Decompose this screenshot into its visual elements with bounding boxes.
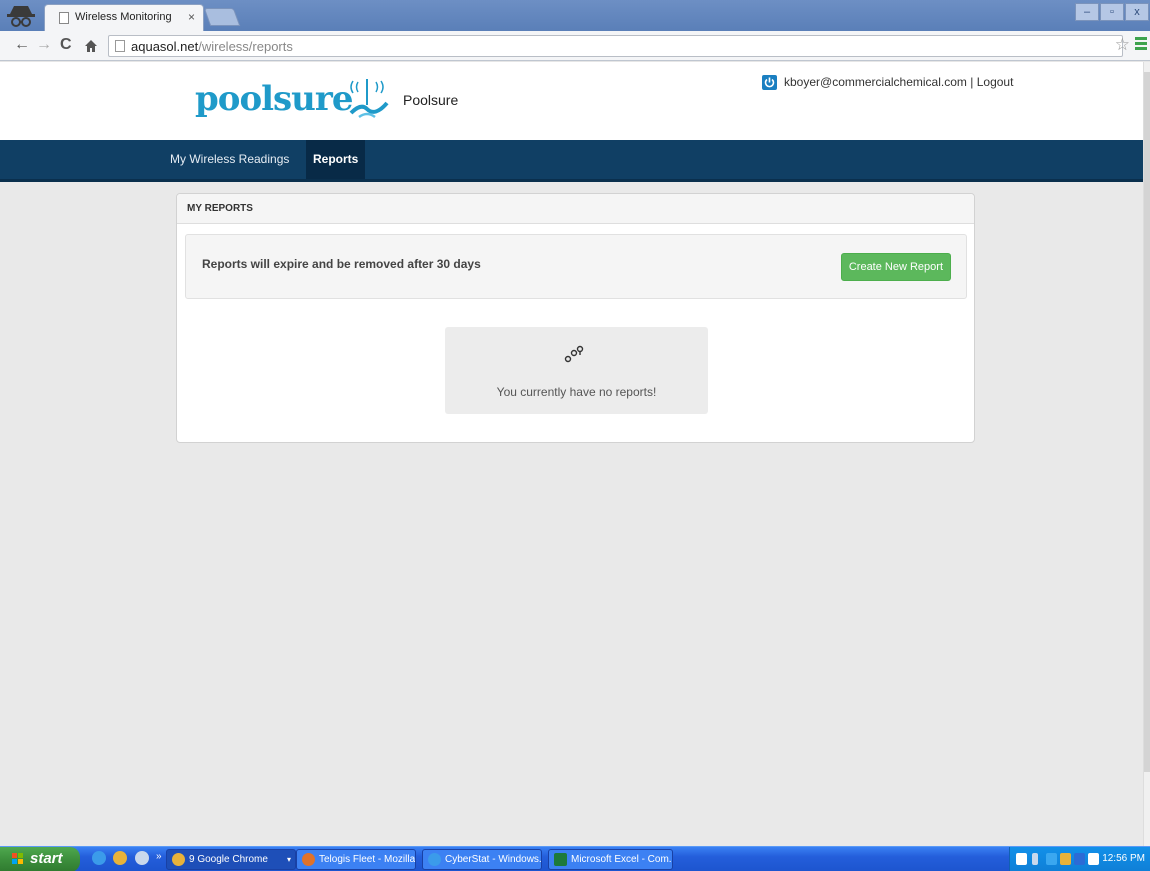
chrome-menu-icon[interactable] xyxy=(1135,37,1147,51)
brand-name: Poolsure xyxy=(403,92,459,108)
browser-toolbar: ← → C aquasol.net/wireless/reports ☆ xyxy=(0,31,1150,61)
desktop-icon[interactable] xyxy=(134,851,149,865)
quick-launch: » xyxy=(92,851,162,869)
minimize-button[interactable]: – xyxy=(1075,3,1099,21)
empty-state-message: You currently have no reports! xyxy=(496,385,657,399)
new-tab-button[interactable] xyxy=(203,8,241,26)
restore-button[interactable]: ▫ xyxy=(1100,3,1124,21)
url-text: aquasol.net/wireless/reports xyxy=(131,39,293,54)
task-cyberstat[interactable]: CyberStat - Windows... xyxy=(422,849,542,870)
quicklaunch-more-icon[interactable]: » xyxy=(156,851,162,862)
bookmark-star-icon[interactable]: ☆ xyxy=(1115,35,1130,55)
home-icon[interactable] xyxy=(84,39,98,53)
chrome-icon[interactable] xyxy=(113,851,128,865)
tab-title: Wireless Monitoring xyxy=(75,11,172,23)
tray-app-icon[interactable] xyxy=(1074,853,1085,865)
header-separator: | xyxy=(970,75,974,89)
ie-icon[interactable] xyxy=(92,851,106,865)
logout-link[interactable]: Logout xyxy=(977,75,1014,89)
create-new-report-button[interactable]: Create New Report xyxy=(840,253,951,281)
network-icon[interactable] xyxy=(1032,853,1038,865)
excel-icon xyxy=(554,853,567,866)
help-icon[interactable] xyxy=(1016,853,1027,865)
firefox-icon xyxy=(302,853,315,866)
poolsure-logo[interactable]: poolsure xyxy=(195,73,390,129)
site-header: poolsure Poolsure kboyer@commercialchemi… xyxy=(0,62,1143,140)
windows-taskbar: start » 9 Google Chrome ▾ Telogis Fleet … xyxy=(0,846,1150,871)
panel-title: MY REPORTS xyxy=(187,203,253,214)
task-google-chrome[interactable]: 9 Google Chrome ▾ xyxy=(166,849,296,870)
reload-icon[interactable]: C xyxy=(60,36,72,54)
clock: 12:56 PM xyxy=(1102,853,1145,864)
nav-reports[interactable]: Reports xyxy=(306,140,366,179)
browser-tab-active[interactable]: Wireless Monitoring × xyxy=(44,4,204,31)
logo-wave-icon xyxy=(349,79,389,119)
windows-flag-icon xyxy=(12,853,23,864)
browser-tab-strip: Wireless Monitoring × – ▫ x xyxy=(0,0,1150,31)
start-label: start xyxy=(30,850,63,867)
page-icon xyxy=(115,40,125,52)
page-scrollbar[interactable] xyxy=(1143,62,1150,846)
start-button[interactable]: start xyxy=(0,847,80,871)
my-reports-panel: MY REPORTS Reports will expire and be re… xyxy=(176,193,975,443)
no-reports-icon xyxy=(564,345,584,363)
incognito-icon xyxy=(7,6,35,27)
chrome-icon xyxy=(172,853,185,866)
page-icon xyxy=(59,12,69,24)
forward-icon[interactable]: → xyxy=(36,36,52,54)
main-navigation: My Wireless Readings Reports xyxy=(0,140,1143,182)
task-telogis-fleet[interactable]: Telogis Fleet - Mozilla ... xyxy=(296,849,416,870)
empty-state: You currently have no reports! xyxy=(445,327,708,414)
task-microsoft-excel[interactable]: Microsoft Excel - Com... xyxy=(548,849,673,870)
group-arrow-icon: ▾ xyxy=(286,855,291,864)
tray-app-icon[interactable] xyxy=(1088,853,1099,865)
tab-close-icon[interactable]: × xyxy=(188,10,195,24)
tray-app-icon[interactable] xyxy=(1060,853,1071,865)
close-window-button[interactable]: x xyxy=(1125,3,1149,21)
panel-header: MY REPORTS xyxy=(177,194,974,224)
address-bar[interactable]: aquasol.net/wireless/reports xyxy=(108,35,1123,57)
scrollbar-thumb[interactable] xyxy=(1144,72,1150,772)
ie-icon xyxy=(428,853,441,866)
expiry-notice: Reports will expire and be removed after… xyxy=(185,234,967,299)
tray-app-icon[interactable] xyxy=(1046,853,1057,865)
logo-wordmark: poolsure xyxy=(195,79,353,119)
back-icon[interactable]: ← xyxy=(14,36,30,54)
page-viewport: poolsure Poolsure kboyer@commercialchemi… xyxy=(0,62,1143,846)
system-tray: 12:56 PM xyxy=(1009,847,1150,871)
power-icon xyxy=(762,75,777,90)
expiry-notice-text: Reports will expire and be removed after… xyxy=(202,257,481,271)
user-email: kboyer@commercialchemical.com xyxy=(784,75,967,89)
nav-my-wireless-readings[interactable]: My Wireless Readings xyxy=(163,140,296,179)
